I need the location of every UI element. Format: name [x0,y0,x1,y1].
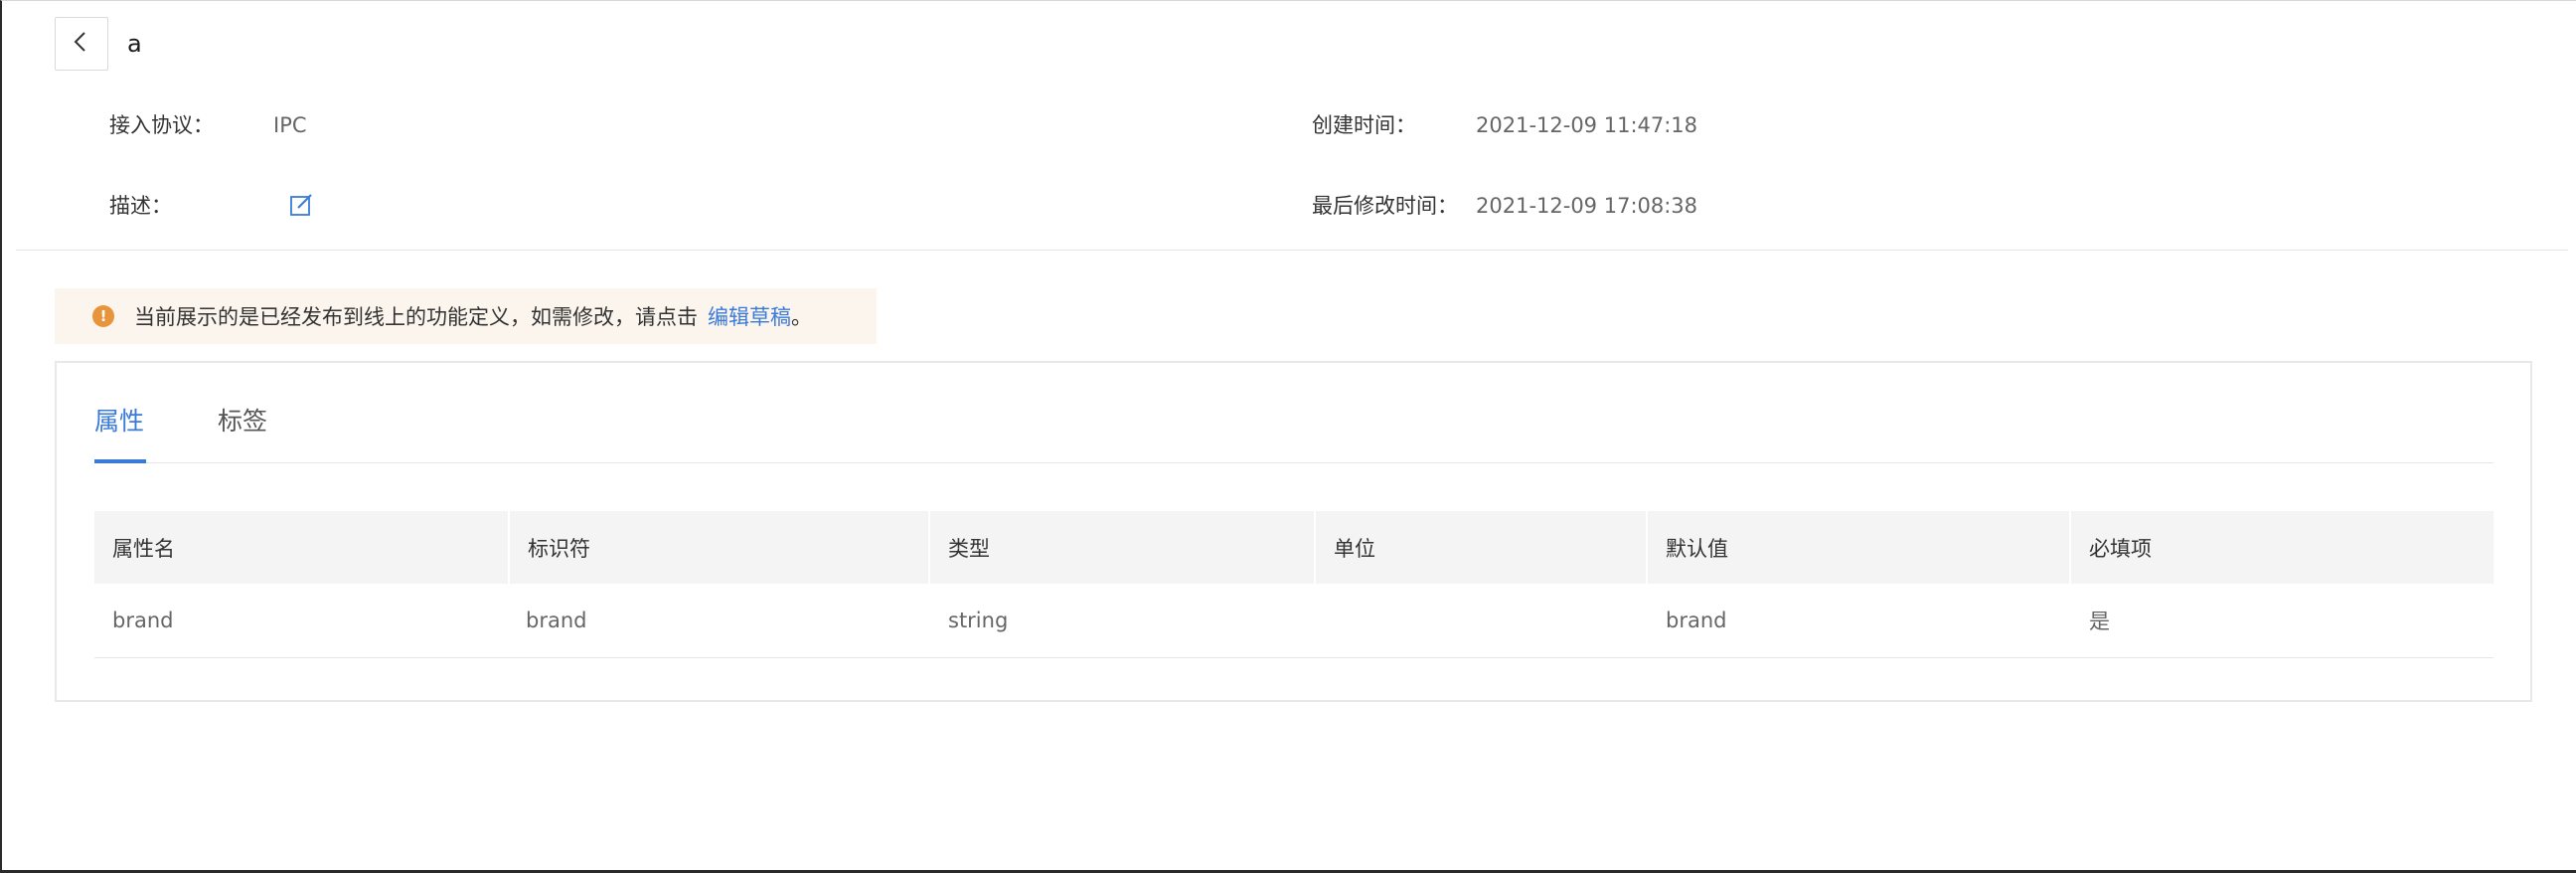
exclamation-icon: ! [92,305,114,327]
back-button[interactable] [55,17,108,71]
created-time-label: 创建时间： [1312,113,1416,137]
properties-panel: 属性 标签 属性名 标识符 类型 单位 默认值 必填项 brand brand … [55,361,2532,702]
table-row: brand brand string brand 是 [94,584,2494,658]
description-label: 描述： [109,194,172,218]
cell-name: brand [112,609,174,632]
modified-time-label: 最后修改时间： [1312,194,1458,218]
column-header-name: 属性名 [112,536,175,561]
column-header-type: 类型 [948,536,990,561]
column-header-unit: 单位 [1334,536,1375,561]
chevron-left-icon [70,30,93,58]
column-separator [928,511,930,584]
protocol-label: 接入协议： [109,113,214,137]
column-header-identifier: 标识符 [528,536,590,561]
cell-identifier: brand [526,609,587,632]
column-separator [2069,511,2071,584]
column-separator [1646,511,1648,584]
created-time-value: 2021-12-09 11:47:18 [1476,113,1698,137]
edit-icon[interactable] [288,192,314,218]
header-divider [16,250,2568,251]
tab-tags[interactable]: 标签 [218,403,267,440]
table-header: 属性名 标识符 类型 单位 默认值 必填项 [94,511,2494,584]
notice-banner: ! 当前展示的是已经发布到线上的功能定义，如需修改，请点击 编辑草稿 。 [55,288,877,344]
tabs-divider [94,462,2494,463]
cell-default: brand [1666,609,1727,632]
column-separator [508,511,510,584]
protocol-value: IPC [273,113,307,137]
column-header-required: 必填项 [2089,536,2152,561]
modified-time-value: 2021-12-09 17:08:38 [1476,194,1698,218]
active-tab-indicator [94,459,146,463]
notice-end: 。 [791,305,812,329]
tab-properties[interactable]: 属性 [94,403,144,440]
notice-text: 当前展示的是已经发布到线上的功能定义，如需修改，请点击 [134,305,698,329]
edit-draft-link[interactable]: 编辑草稿 [708,301,791,331]
cell-required: 是 [2089,610,2110,633]
cell-type: string [948,609,1009,632]
page-title: a [127,30,142,58]
column-header-default: 默认值 [1666,536,1728,561]
column-separator [1314,511,1316,584]
